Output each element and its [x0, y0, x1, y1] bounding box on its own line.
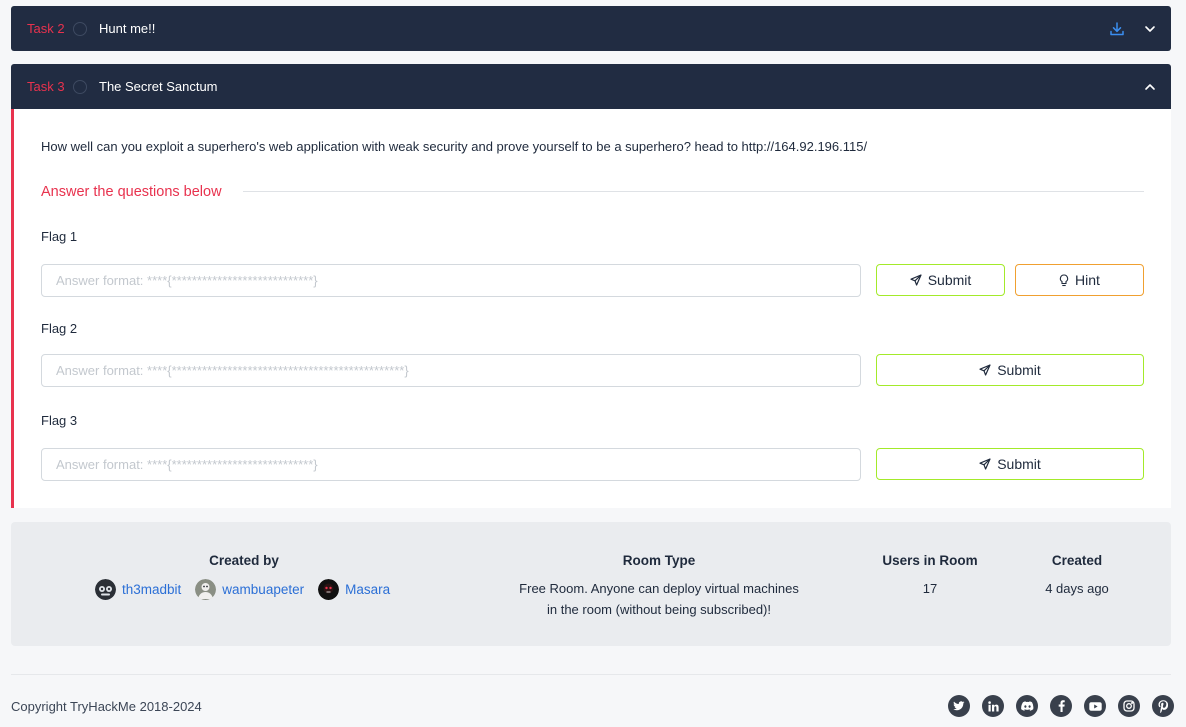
task-3-status-circle-icon — [73, 79, 87, 94]
room-type-heading: Room Type — [622, 553, 696, 568]
download-icon[interactable] — [1109, 21, 1125, 37]
room-type-value: Free Room. Anyone can deploy virtual mac… — [479, 578, 839, 620]
submit-label: Submit — [927, 272, 972, 288]
flag-1-hint-button[interactable]: Hint — [1015, 264, 1144, 296]
submit-label: Submit — [997, 456, 1041, 472]
task-3-header[interactable]: Task 3 The Secret Sanctum — [11, 64, 1171, 109]
facebook-icon[interactable] — [1050, 695, 1072, 717]
created-heading: Created — [1051, 553, 1103, 568]
room-type-line-1: Free Room. Anyone can deploy virtual mac… — [519, 581, 799, 596]
submit-label: Submit — [997, 362, 1041, 378]
task-2-status-circle-icon — [73, 21, 87, 36]
flag-1-answer-input[interactable] — [41, 264, 861, 297]
avatar — [195, 578, 217, 600]
heading-divider — [243, 191, 1144, 192]
send-icon — [979, 364, 991, 376]
social-links — [948, 695, 1174, 717]
creators-list: th3madbit wambuapeter Masara — [95, 577, 404, 601]
created-value: 4 days ago — [1045, 581, 1109, 596]
room-info-panel: Created by th3madbit wambuapeter Masara … — [11, 522, 1171, 646]
task-2-title: Hunt me!! — [99, 21, 156, 36]
avatar — [95, 578, 116, 600]
lightbulb-icon — [1059, 273, 1069, 286]
flag-1-submit-button[interactable]: Submit — [876, 264, 1005, 296]
creator-wambuapeter[interactable]: wambuapeter — [195, 578, 304, 600]
task-2-number: Task 2 — [27, 21, 65, 36]
flag-3-submit-button[interactable]: Submit — [876, 448, 1144, 480]
send-icon — [979, 458, 991, 470]
pinterest-icon[interactable] — [1152, 695, 1174, 717]
instagram-icon[interactable] — [1118, 695, 1140, 717]
creator-link[interactable]: wambuapeter — [222, 582, 304, 597]
task-3-title: The Secret Sanctum — [99, 79, 218, 94]
creator-masara[interactable]: Masara — [318, 578, 390, 600]
youtube-icon[interactable] — [1084, 695, 1106, 717]
users-in-room-heading: Users in Room — [882, 553, 978, 568]
avatar — [318, 578, 340, 600]
task-3-body: How well can you exploit a superhero's w… — [11, 109, 1171, 508]
copyright-text: Copyright TryHackMe 2018-2024 — [11, 699, 202, 714]
task-description: How well can you exploit a superhero's w… — [41, 139, 868, 154]
users-in-room-value: 17 — [922, 581, 938, 596]
footer-divider — [11, 674, 1171, 675]
created-by-heading: Created by — [209, 553, 279, 568]
room-type-line-2: in the room (without being subscribed)! — [546, 602, 771, 617]
answer-questions-heading: Answer the questions below — [41, 184, 222, 200]
task-3-number: Task 3 — [27, 79, 65, 94]
flag-2-submit-button[interactable]: Submit — [876, 354, 1144, 386]
creator-th3madbit[interactable]: th3madbit — [95, 578, 181, 600]
creator-link[interactable]: Masara — [345, 582, 390, 597]
send-icon — [910, 274, 922, 286]
chevron-down-icon[interactable] — [1143, 22, 1157, 36]
chevron-up-icon[interactable] — [1143, 80, 1157, 94]
flag-3-label: Flag 3 — [41, 413, 78, 428]
flag-2-label: Flag 2 — [41, 321, 78, 336]
flag-3-answer-input[interactable] — [41, 448, 861, 481]
hint-label: Hint — [1075, 272, 1100, 288]
flag-2-answer-input[interactable] — [41, 354, 861, 387]
creator-link[interactable]: th3madbit — [122, 582, 181, 597]
discord-icon[interactable] — [1016, 695, 1038, 717]
flag-1-label: Flag 1 — [41, 229, 78, 244]
twitter-icon[interactable] — [948, 695, 970, 717]
task-2-header[interactable]: Task 2 Hunt me!! — [11, 6, 1171, 51]
linkedin-icon[interactable] — [982, 695, 1004, 717]
